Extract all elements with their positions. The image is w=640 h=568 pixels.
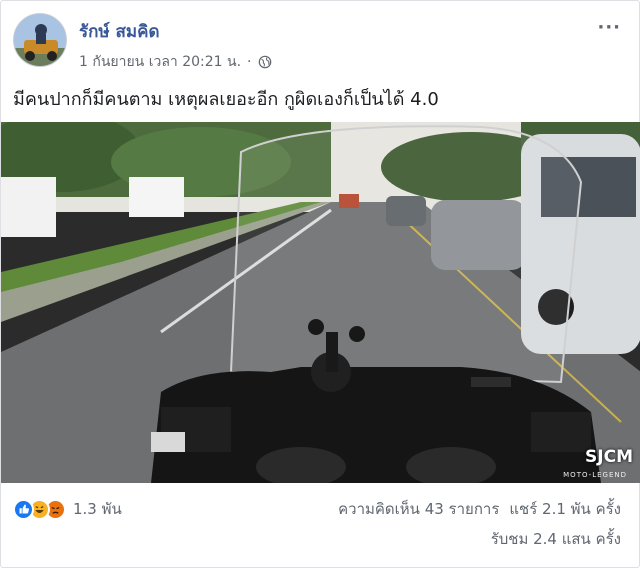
video-player[interactable]: SJCM MOTO-LEGEND [1, 122, 640, 483]
share-count[interactable]: แชร์ 2.1 พัน ครั้ง [509, 497, 621, 521]
like-icon [13, 498, 34, 520]
engagement-stats: ความคิดเห็น 43 รายการ แชร์ 2.1 พัน ครั้ง [338, 497, 621, 521]
post-text: มีคนปากก็มีคนตาม เหตุผลเยอะอีก กูผิดเองก… [13, 89, 439, 110]
author-name[interactable]: รักษ์ สมคิด [79, 18, 160, 45]
avatar-image [14, 14, 66, 66]
post-timestamp[interactable]: 1 กันยายน เวลา 20:21 น. [79, 51, 241, 73]
globe-icon[interactable] [258, 55, 272, 69]
post-meta: 1 กันยายน เวลา 20:21 น. · [79, 51, 272, 73]
post-card: รักษ์ สมคิด 1 กันยายน เวลา 20:21 น. · ··… [0, 0, 640, 568]
reactions-summary[interactable]: 1.3 พัน [13, 497, 122, 521]
avatar[interactable] [13, 13, 67, 67]
video-frame [1, 122, 640, 483]
video-watermark-sub: MOTO-LEGEND [563, 471, 627, 479]
reaction-count[interactable]: 1.3 พัน [73, 497, 122, 521]
comment-count[interactable]: ความคิดเห็น 43 รายการ [338, 497, 499, 521]
more-options-icon[interactable]: ··· [597, 17, 621, 38]
view-count: รับชม 2.4 แสน ครั้ง [490, 530, 621, 548]
meta-separator: · [247, 54, 252, 70]
video-watermark: SJCM [585, 447, 633, 467]
